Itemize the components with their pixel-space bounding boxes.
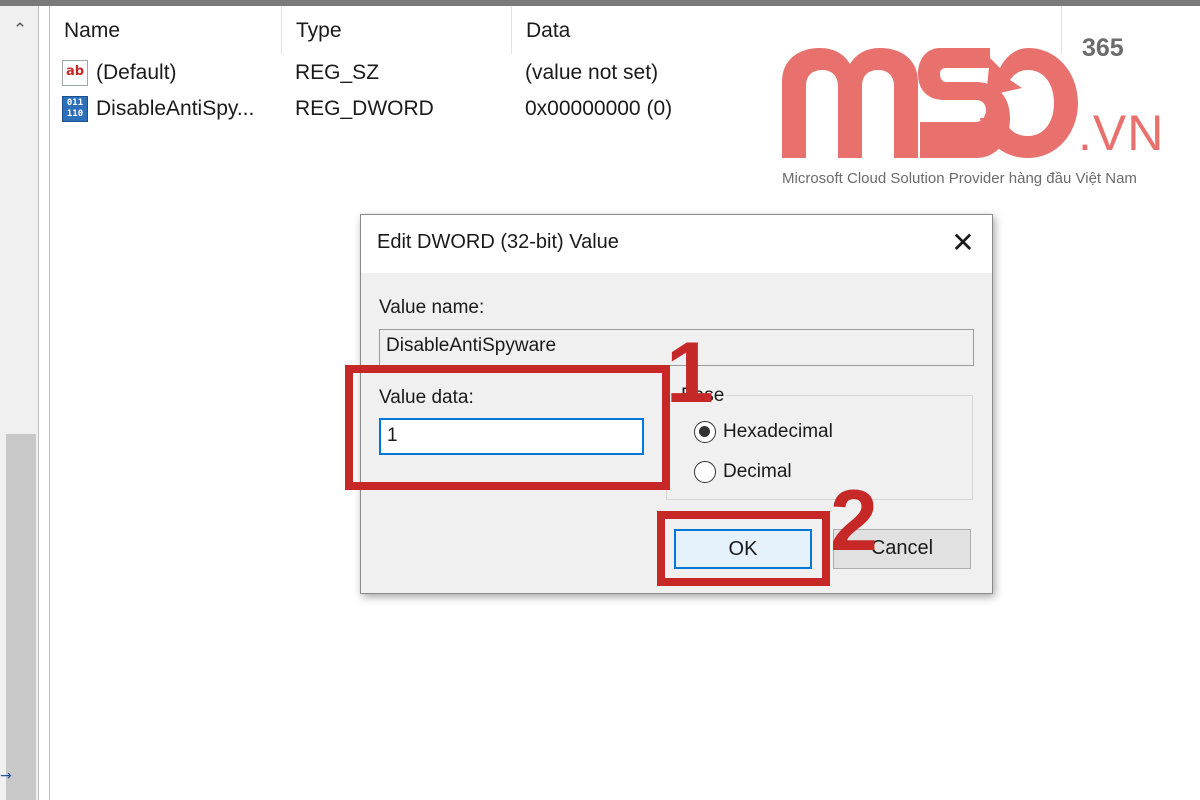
value-name-label: Value name: (379, 297, 485, 318)
logo-365: 365 (1082, 34, 1124, 62)
logo-tagline: Microsoft Cloud Solution Provider hàng đ… (782, 170, 1137, 187)
dialog-titlebar[interactable]: Edit DWORD (32-bit) Value ✕ (361, 215, 992, 273)
tree-pane-scrollbar[interactable]: ⌃ (0, 6, 38, 800)
hexadecimal-label[interactable]: Hexadecimal (723, 421, 833, 443)
close-icon[interactable]: ✕ (945, 225, 981, 261)
row-name: DisableAntiSpy... (96, 97, 255, 120)
column-header-name[interactable]: Name (50, 6, 282, 54)
row-data: (value not set) (525, 61, 659, 84)
scroll-up-arrow-icon[interactable]: ⌃ (8, 18, 32, 42)
tree-expand-arrow-icon[interactable]: → (0, 768, 12, 784)
step-1-number: 1 (666, 325, 714, 421)
row-data: 0x00000000 (0) (525, 97, 673, 120)
logo-suffix: .VN (1078, 105, 1165, 161)
step-2-highlight-box (657, 511, 830, 586)
radio-selected-dot (699, 426, 710, 437)
scrollbar-thumb[interactable] (6, 434, 36, 800)
mso-logo: 365 .VN Microsoft Cloud Solution Provide… (770, 30, 1190, 200)
dword-value-icon: 011 110 (62, 96, 88, 122)
decimal-radio[interactable] (694, 461, 716, 483)
pane-splitter[interactable] (38, 6, 50, 800)
step-1-highlight-box (345, 365, 670, 490)
hexadecimal-radio[interactable] (694, 421, 716, 443)
row-name: (Default) (96, 61, 177, 84)
decimal-label[interactable]: Decimal (723, 461, 792, 483)
registry-editor-screenshot: ⌃ → Name Type Data ab (Default) REG_SZ (… (0, 0, 1200, 800)
row-type: REG_SZ (295, 61, 380, 84)
dialog-title: Edit DWORD (32-bit) Value (377, 231, 619, 253)
mso-wordmark-icon (782, 48, 1078, 158)
step-2-number: 2 (830, 473, 878, 569)
row-type: REG_DWORD (295, 97, 434, 120)
column-header-type[interactable]: Type (282, 6, 512, 54)
string-value-icon: ab (62, 60, 88, 86)
